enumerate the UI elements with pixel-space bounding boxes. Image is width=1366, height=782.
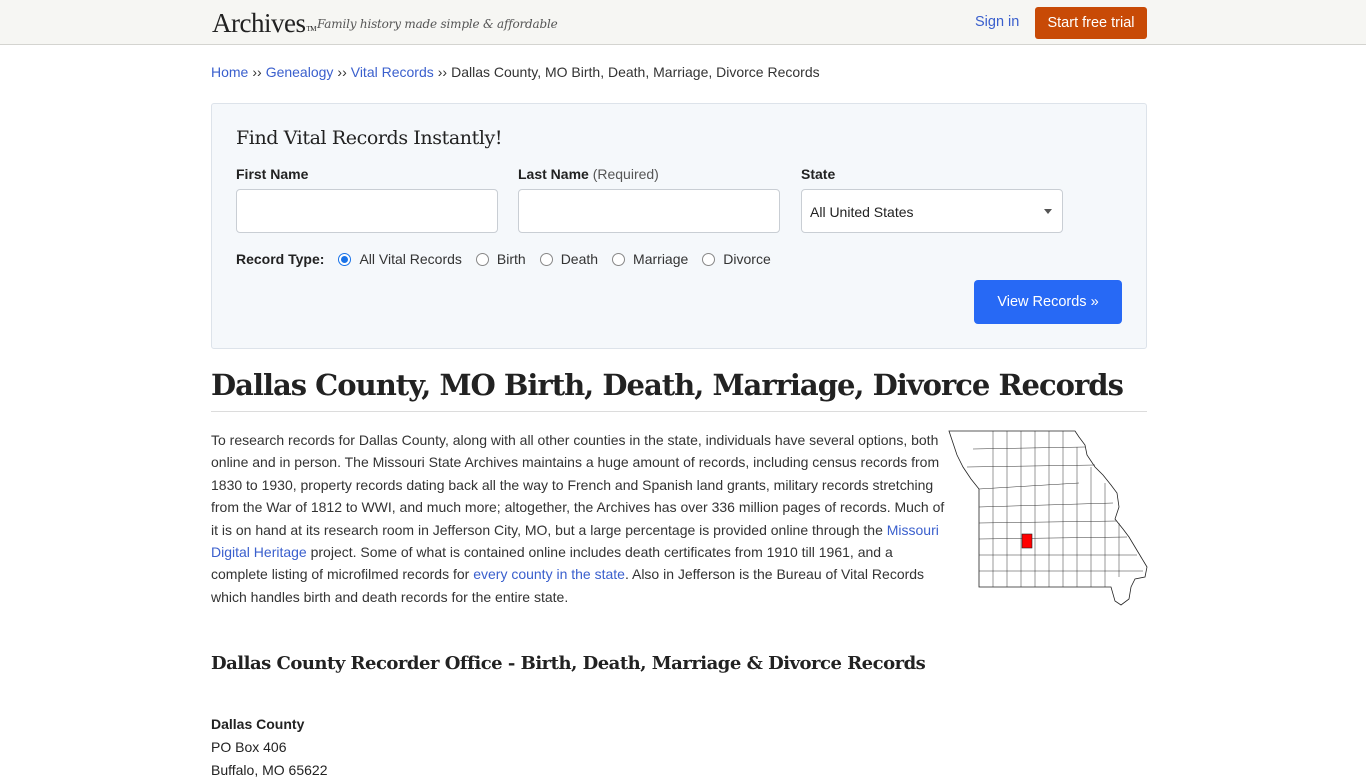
radio-button-checked[interactable] [338,252,352,266]
record-type-label: Record Type: [236,251,325,267]
office-address-line2: Buffalo, MO 65622 [211,762,328,778]
radio-label: Death [560,251,599,267]
radio-button[interactable] [475,252,489,266]
sign-in-link[interactable]: Sign in [975,14,1019,30]
last-name-input[interactable] [518,189,780,233]
logo-text: Archives [212,8,306,38]
radio-marriage[interactable]: Marriage [612,251,688,267]
radio-label: Divorce [723,251,771,267]
breadcrumb-separator: ›› [437,64,448,80]
page-title: Dallas County, MO Birth, Death, Marriage… [211,368,1124,402]
radio-all-vital-records[interactable]: All Vital Records [338,251,462,267]
start-free-trial-button[interactable]: Start free trial [1035,7,1147,39]
site-tagline: Family history made simple & affordable [317,17,558,31]
breadcrumb-separator: ›› [337,64,347,80]
radio-label: Marriage [633,251,689,267]
intro-text: To research records for Dallas County, a… [211,432,945,538]
office-address-line1: PO Box 406 [211,739,287,755]
radio-button[interactable] [539,252,553,266]
radio-button[interactable] [702,252,716,266]
title-divider [211,411,1147,412]
radio-death[interactable]: Death [539,251,599,267]
state-label: State [801,166,836,182]
intro-paragraph: To research records for Dallas County, a… [211,429,947,608]
search-panel-title: Find Vital Records Instantly! [236,127,503,149]
record-type-group: Record Type: All Vital Records Birth Dea… [236,250,785,268]
recorder-office-heading: Dallas County Recorder Office - Birth, D… [211,653,926,674]
breadcrumb: Home ›› Genealogy ›› Vital Records ›› Dallas C… [211,64,820,80]
radio-label: Birth [496,251,526,267]
radio-birth[interactable]: Birth [475,251,526,267]
every-county-link[interactable]: every county in the state [473,566,625,582]
radio-button[interactable] [612,252,626,266]
view-records-button[interactable]: View Records » [974,280,1122,324]
office-address: Dallas County PO Box 406 Buffalo, MO 656… [211,713,327,782]
missouri-county-map [948,430,1148,606]
state-outline [948,430,1148,606]
site-header: ArchivesTM Family history made simple & … [0,0,1366,45]
dallas-county-highlight [1021,533,1033,549]
last-name-label-text: Last Name [518,166,589,182]
office-name: Dallas County [211,716,305,732]
search-panel: Find Vital Records Instantly! First Name… [211,103,1147,349]
last-name-label: Last Name (Required) [518,166,659,182]
state-select[interactable]: All United States [801,189,1063,233]
first-name-input[interactable] [236,189,498,233]
breadcrumb-genealogy[interactable]: Genealogy [266,64,334,80]
required-hint: (Required) [592,166,659,182]
breadcrumb-current: Dallas County, MO Birth, Death, Marriage… [451,64,820,80]
first-name-label: First Name [236,166,309,182]
caret-down-icon [1044,209,1052,214]
breadcrumb-home[interactable]: Home [211,64,248,80]
site-logo[interactable]: ArchivesTM [212,8,316,38]
radio-divorce[interactable]: Divorce [702,251,771,267]
logo-trademark: TM [306,25,316,33]
breadcrumb-separator: ›› [252,64,262,80]
radio-label: All Vital Records [359,251,462,267]
state-select-value: All United States [810,204,914,220]
breadcrumb-vital-records[interactable]: Vital Records [351,64,434,80]
